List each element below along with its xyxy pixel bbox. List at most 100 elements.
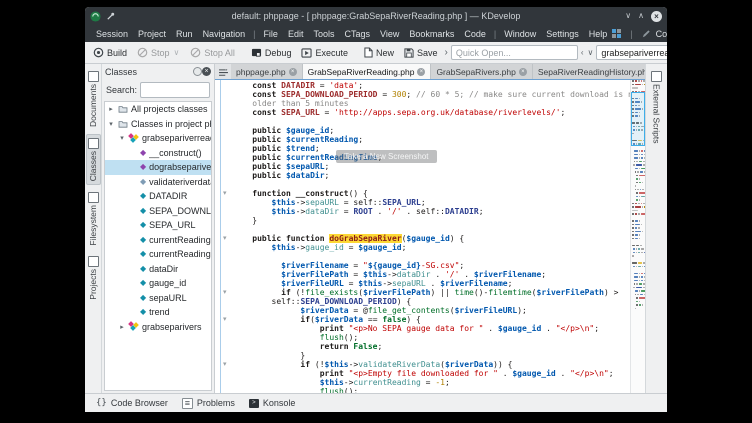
menu-tools[interactable]: Tools [308,29,339,39]
collapse-icon[interactable]: ▾ [118,134,126,142]
detach-icon[interactable] [193,67,202,76]
code-view[interactable]: const DATADIR = 'data';const SEPA_DOWNLO… [233,80,630,393]
sidebar-item-classes[interactable]: Classes [86,134,101,185]
tree-item-currentreading[interactable]: ◆currentReading [105,233,211,248]
minimap-seg [639,304,641,306]
expand-icon[interactable]: ▸ [107,105,115,113]
history-dropdown-icon[interactable]: ∨ [587,48,595,57]
build-button[interactable]: Build [89,45,131,60]
menu-help[interactable]: Help [584,29,613,39]
tree-item-datadir[interactable]: ◆DATADIR [105,189,211,204]
tab-close-icon[interactable]: × [289,68,297,76]
code-area[interactable]: ▾ ▾ ▾ ▾ ▾ const DATADIR = 'data';const SEPA_… [215,80,645,393]
tab-phppage-php[interactable]: phppage.php× [231,64,303,79]
menu-navigation[interactable]: Navigation [198,29,251,39]
area-switcher-icon[interactable] [612,29,621,38]
minimap-seg [641,150,643,152]
menu-bookmarks[interactable]: Bookmarks [404,29,459,39]
token: ) || [431,288,455,297]
fold-arrow-icon[interactable]: ▾ [223,234,227,243]
tree-item-classes-in-project-phppage[interactable]: ▾Classes in project phppage [105,117,211,132]
code-browser-button[interactable]: {}Code Browser [91,397,173,409]
tree-item-grabseparivers[interactable]: ▸grabseparivers [105,320,211,335]
problems-button[interactable]: ≡Problems [177,397,240,410]
fold-gutter[interactable]: ▾ ▾ ▾ ▾ ▾ [215,80,233,393]
title-bar[interactable]: default: phppage - [ phppage:GrabSepaRiv… [85,7,667,25]
menu-project[interactable]: Project [133,29,171,39]
quick-open-input[interactable] [451,45,578,60]
save-button[interactable]: Save [400,46,442,60]
stop-all-button[interactable]: Stop All [186,45,239,60]
minimap-seg [642,206,644,208]
menu-ctags[interactable]: CTags [339,29,375,39]
minimap-seg [633,248,635,250]
minimap-line [631,238,645,240]
menu-run[interactable]: Run [171,29,198,39]
stop-all-icon [190,47,201,58]
tab-close-icon[interactable]: × [519,68,527,76]
token: = @ [349,306,368,315]
field-icon: ◆ [140,221,146,229]
token: public [252,171,286,180]
tree-item-datadir[interactable]: ◆dataDir [105,262,211,277]
stop-all-label: Stop All [204,48,235,58]
stop-button[interactable]: Stop∨ [133,45,184,60]
maximize-icon[interactable]: ∧ [638,12,644,20]
token: public [252,153,286,162]
minimize-icon[interactable]: ∨ [625,12,631,20]
konsole-button[interactable]: >Konsole [244,397,301,409]
minimap-line [631,182,645,184]
ctags-search-input[interactable] [596,45,667,60]
tree-item-currentreadingtime[interactable]: ◆currentReadingTime [105,247,211,262]
close-icon[interactable]: × [651,11,662,22]
expand-icon[interactable]: ▸ [118,323,126,331]
tree-item-sepa-download-period[interactable]: ◆SEPA_DOWNLOAD_PERIOD [105,204,211,219]
minimap-viewport[interactable] [631,92,645,146]
tree-item-all-projects-classes[interactable]: ▸All projects classes [105,102,211,117]
menu-file[interactable]: File [258,29,283,39]
tab-grabsepariverreading-php[interactable]: GrabSepaRiverReading.php× [303,64,432,79]
menu-edit[interactable]: Edit [283,29,309,39]
split-view-icon[interactable] [215,69,231,79]
minimap-scrollbar[interactable] [630,80,645,393]
fold-arrow-icon[interactable]: ▾ [223,288,227,297]
fold-arrow-icon[interactable]: ▾ [223,360,227,369]
menu-settings[interactable]: Settings [541,29,584,39]
tree-item-sepaurl[interactable]: ◆sepaURL [105,291,211,306]
new-button[interactable]: New [360,45,398,60]
tab-grabseparivers-php[interactable]: GrabSepaRivers.php× [431,64,532,79]
minimap-line [631,301,645,303]
minimap-seg [641,290,645,292]
menu-session[interactable]: Session [91,29,133,39]
tree-item-validateriverdata-mixed[interactable]: ◆validateriverdata(mixed) [105,175,211,190]
menu-code[interactable]: Code [459,29,491,39]
tree-item-dograbsepariver-mixed[interactable]: ◆dograbsepariver(mixed) [105,160,211,175]
panel-close-icon[interactable]: × [202,67,211,76]
tree-item-grabsepariverreading[interactable]: ▾grabsepariverreading [105,131,211,146]
debug-button[interactable]: Debug [247,46,296,60]
classes-search-input[interactable] [140,82,210,98]
minimap-seg [635,294,637,296]
collapse-icon[interactable]: ▾ [107,120,115,128]
menu-window[interactable]: Window [499,29,541,39]
tab-close-icon[interactable]: × [417,68,425,76]
toolbar-overflow-icon[interactable]: › [444,47,449,58]
tree-item-construct[interactable]: ◆__construct() [105,146,211,161]
sidebar-item-filesystem[interactable]: Filesystem [87,189,100,249]
tree-item-trend[interactable]: ◆trend [105,305,211,320]
fold-arrow-icon[interactable]: ▾ [223,189,227,198]
code-line: const SEPA_URL = 'http://apps.sepa.org.u… [233,108,630,117]
fold-arrow-icon[interactable]: ▾ [223,315,227,324]
menu-view[interactable]: View [375,29,404,39]
sidebar-item-external-scripts[interactable]: External Scripts [650,68,663,147]
dropdown-icon[interactable]: ∨ [173,48,181,57]
menu-separator: | [627,29,635,39]
minimap-seg [632,80,634,82]
back-icon[interactable]: ‹ [580,48,585,57]
execute-button[interactable]: Execute [297,46,352,60]
working-set-label[interactable]: Code [656,29,667,39]
tree-item-sepa-url[interactable]: ◆SEPA_URL [105,218,211,233]
sidebar-item-documents[interactable]: Documents [87,68,100,130]
sidebar-item-projects[interactable]: Projects [87,253,100,303]
tree-item-gauge-id[interactable]: ◆gauge_id [105,276,211,291]
